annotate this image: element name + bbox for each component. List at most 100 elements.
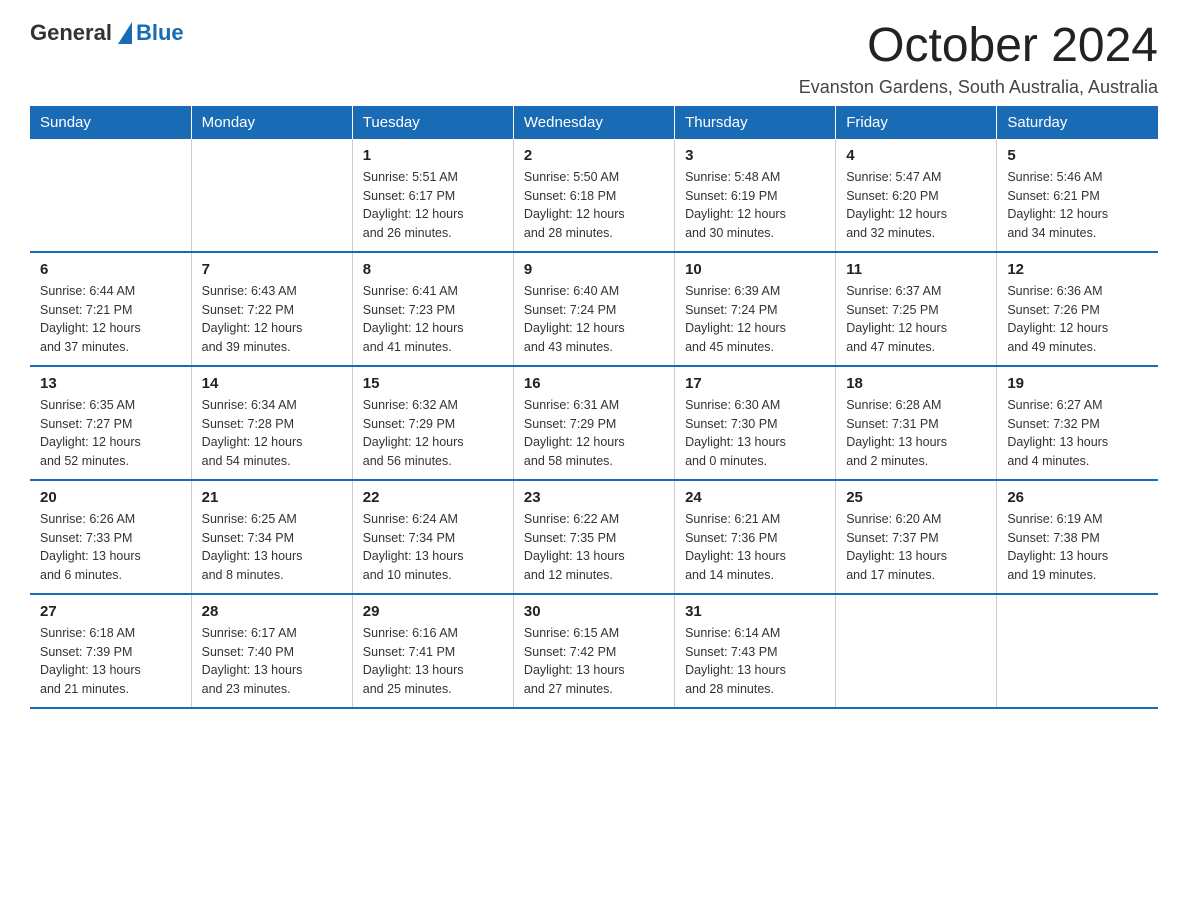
day-info: Sunrise: 6:44 AM Sunset: 7:21 PM Dayligh… (40, 282, 181, 357)
day-info: Sunrise: 5:48 AM Sunset: 6:19 PM Dayligh… (685, 168, 825, 243)
day-number: 2 (524, 147, 664, 164)
calendar-cell: 6 Sunrise: 6:44 AM Sunset: 7:21 PM Daylig… (30, 252, 191, 366)
day-number: 17 (685, 375, 825, 392)
calendar-cell: 15 Sunrise: 6:32 AM Sunset: 7:29 PM Dayli… (352, 366, 513, 480)
day-number: 23 (524, 489, 664, 506)
day-info: Sunrise: 6:39 AM Sunset: 7:24 PM Dayligh… (685, 282, 825, 357)
logo-triangle-icon (118, 22, 132, 44)
day-number: 22 (363, 489, 503, 506)
day-number: 1 (363, 147, 503, 164)
day-number: 21 (202, 489, 342, 506)
day-info: Sunrise: 6:21 AM Sunset: 7:36 PM Dayligh… (685, 510, 825, 585)
day-number: 26 (1007, 489, 1148, 506)
calendar-cell: 13 Sunrise: 6:35 AM Sunset: 7:27 PM Dayli… (30, 366, 191, 480)
day-info: Sunrise: 5:46 AM Sunset: 6:21 PM Dayligh… (1007, 168, 1148, 243)
calendar-cell: 7 Sunrise: 6:43 AM Sunset: 7:22 PM Daylig… (191, 252, 352, 366)
logo: General Blue (30, 20, 184, 46)
day-number: 4 (846, 147, 986, 164)
day-number: 6 (40, 261, 181, 278)
calendar-cell: 18Sunrise: 6:28 AM Sunset: 7:31 PM Dayli… (836, 366, 997, 480)
title-block: October 2024 Evanston Gardens, South Aus… (799, 20, 1158, 98)
weekday-header-sunday: Sunday (30, 106, 191, 139)
day-info: Sunrise: 6:27 AM Sunset: 7:32 PM Dayligh… (1007, 396, 1148, 471)
logo-text-general: General (30, 20, 112, 46)
day-number: 10 (685, 261, 825, 278)
day-number: 30 (524, 603, 664, 620)
calendar-cell: 12Sunrise: 6:36 AM Sunset: 7:26 PM Dayli… (997, 252, 1158, 366)
day-info: Sunrise: 6:26 AM Sunset: 7:33 PM Dayligh… (40, 510, 181, 585)
day-info: Sunrise: 6:15 AM Sunset: 7:42 PM Dayligh… (524, 624, 664, 699)
calendar-cell: 16 Sunrise: 6:31 AM Sunset: 7:29 PM Dayli… (513, 366, 674, 480)
calendar-header-row: SundayMondayTuesdayWednesdayThursdayFrid… (30, 106, 1158, 139)
calendar-cell: 10 Sunrise: 6:39 AM Sunset: 7:24 PM Dayli… (675, 252, 836, 366)
calendar-cell: 5Sunrise: 5:46 AM Sunset: 6:21 PM Daylig… (997, 139, 1158, 252)
weekday-header-monday: Monday (191, 106, 352, 139)
calendar-cell: 23 Sunrise: 6:22 AM Sunset: 7:35 PM Dayli… (513, 480, 674, 594)
calendar-cell: 31Sunrise: 6:14 AM Sunset: 7:43 PM Dayli… (675, 594, 836, 708)
day-number: 9 (524, 261, 664, 278)
calendar-cell: 25Sunrise: 6:20 AM Sunset: 7:37 PM Dayli… (836, 480, 997, 594)
day-info: Sunrise: 6:37 AM Sunset: 7:25 PM Dayligh… (846, 282, 986, 357)
calendar-cell: 9 Sunrise: 6:40 AM Sunset: 7:24 PM Daylig… (513, 252, 674, 366)
day-number: 18 (846, 375, 986, 392)
location-subtitle: Evanston Gardens, South Australia, Austr… (799, 77, 1158, 98)
calendar-cell: 3 Sunrise: 5:48 AM Sunset: 6:19 PM Daylig… (675, 139, 836, 252)
weekday-header-saturday: Saturday (997, 106, 1158, 139)
day-info: Sunrise: 6:22 AM Sunset: 7:35 PM Dayligh… (524, 510, 664, 585)
logo-text-blue: Blue (136, 20, 184, 46)
calendar-cell (997, 594, 1158, 708)
day-number: 3 (685, 147, 825, 164)
day-number: 29 (363, 603, 503, 620)
day-info: Sunrise: 6:25 AM Sunset: 7:34 PM Dayligh… (202, 510, 342, 585)
calendar-cell: 26 Sunrise: 6:19 AM Sunset: 7:38 PM Dayli… (997, 480, 1158, 594)
day-number: 7 (202, 261, 342, 278)
calendar-cell: 20 Sunrise: 6:26 AM Sunset: 7:33 PM Dayli… (30, 480, 191, 594)
day-number: 27 (40, 603, 181, 620)
day-info: Sunrise: 5:51 AM Sunset: 6:17 PM Dayligh… (363, 168, 503, 243)
calendar-cell: 21 Sunrise: 6:25 AM Sunset: 7:34 PM Dayli… (191, 480, 352, 594)
day-info: Sunrise: 6:35 AM Sunset: 7:27 PM Dayligh… (40, 396, 181, 471)
day-number: 25 (846, 489, 986, 506)
day-info: Sunrise: 6:32 AM Sunset: 7:29 PM Dayligh… (363, 396, 503, 471)
calendar-cell: 28 Sunrise: 6:17 AM Sunset: 7:40 PM Dayli… (191, 594, 352, 708)
calendar-cell: 1 Sunrise: 5:51 AM Sunset: 6:17 PM Daylig… (352, 139, 513, 252)
day-number: 11 (846, 261, 986, 278)
day-info: Sunrise: 6:41 AM Sunset: 7:23 PM Dayligh… (363, 282, 503, 357)
day-info: Sunrise: 6:18 AM Sunset: 7:39 PM Dayligh… (40, 624, 181, 699)
day-info: Sunrise: 5:50 AM Sunset: 6:18 PM Dayligh… (524, 168, 664, 243)
calendar-cell (191, 139, 352, 252)
day-info: Sunrise: 6:17 AM Sunset: 7:40 PM Dayligh… (202, 624, 342, 699)
day-info: Sunrise: 6:34 AM Sunset: 7:28 PM Dayligh… (202, 396, 342, 471)
day-number: 28 (202, 603, 342, 620)
day-number: 14 (202, 375, 342, 392)
day-info: Sunrise: 6:16 AM Sunset: 7:41 PM Dayligh… (363, 624, 503, 699)
calendar-cell: 17 Sunrise: 6:30 AM Sunset: 7:30 PM Dayli… (675, 366, 836, 480)
calendar-week-row: 13 Sunrise: 6:35 AM Sunset: 7:27 PM Dayli… (30, 366, 1158, 480)
day-info: Sunrise: 6:31 AM Sunset: 7:29 PM Dayligh… (524, 396, 664, 471)
day-number: 19 (1007, 375, 1148, 392)
day-info: Sunrise: 5:47 AM Sunset: 6:20 PM Dayligh… (846, 168, 986, 243)
calendar-cell: 14 Sunrise: 6:34 AM Sunset: 7:28 PM Dayli… (191, 366, 352, 480)
calendar-table: SundayMondayTuesdayWednesdayThursdayFrid… (30, 106, 1158, 709)
day-info: Sunrise: 6:40 AM Sunset: 7:24 PM Dayligh… (524, 282, 664, 357)
day-info: Sunrise: 6:19 AM Sunset: 7:38 PM Dayligh… (1007, 510, 1148, 585)
day-number: 31 (685, 603, 825, 620)
day-number: 13 (40, 375, 181, 392)
day-info: Sunrise: 6:24 AM Sunset: 7:34 PM Dayligh… (363, 510, 503, 585)
day-number: 15 (363, 375, 503, 392)
day-info: Sunrise: 6:43 AM Sunset: 7:22 PM Dayligh… (202, 282, 342, 357)
calendar-cell (30, 139, 191, 252)
day-info: Sunrise: 6:30 AM Sunset: 7:30 PM Dayligh… (685, 396, 825, 471)
calendar-cell: 19 Sunrise: 6:27 AM Sunset: 7:32 PM Dayli… (997, 366, 1158, 480)
day-number: 16 (524, 375, 664, 392)
month-year-title: October 2024 (799, 20, 1158, 73)
weekday-header-tuesday: Tuesday (352, 106, 513, 139)
calendar-cell: 29 Sunrise: 6:16 AM Sunset: 7:41 PM Dayli… (352, 594, 513, 708)
calendar-cell: 4 Sunrise: 5:47 AM Sunset: 6:20 PM Daylig… (836, 139, 997, 252)
calendar-cell: 8Sunrise: 6:41 AM Sunset: 7:23 PM Daylig… (352, 252, 513, 366)
calendar-week-row: 27 Sunrise: 6:18 AM Sunset: 7:39 PM Dayli… (30, 594, 1158, 708)
day-number: 20 (40, 489, 181, 506)
weekday-header-wednesday: Wednesday (513, 106, 674, 139)
calendar-week-row: 1 Sunrise: 5:51 AM Sunset: 6:17 PM Daylig… (30, 139, 1158, 252)
weekday-header-friday: Friday (836, 106, 997, 139)
